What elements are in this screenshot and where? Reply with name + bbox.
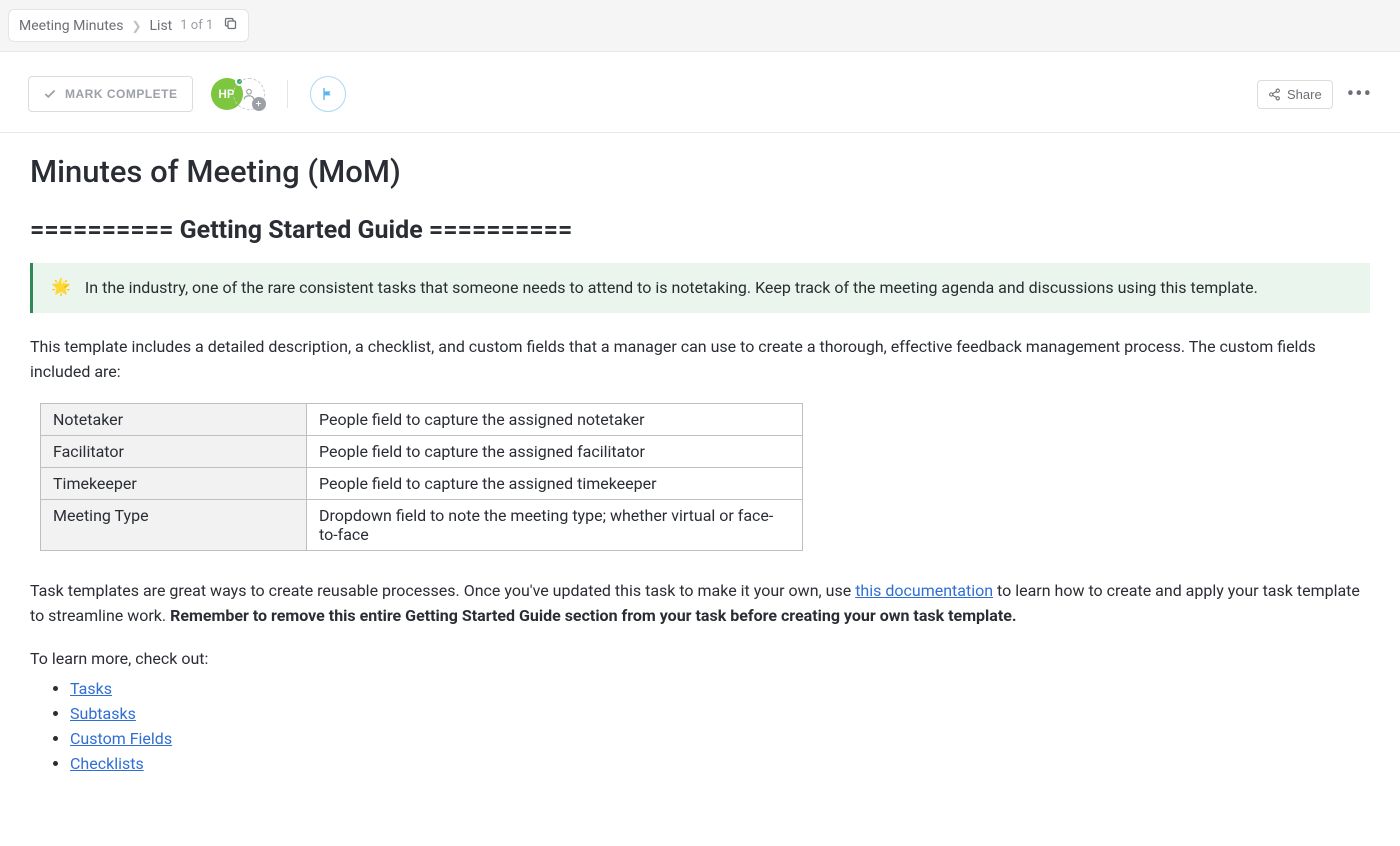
breadcrumb-child[interactable]: List <box>150 18 173 34</box>
share-button[interactable]: Share <box>1257 80 1333 109</box>
field-name: Meeting Type <box>41 499 307 550</box>
breadcrumb[interactable]: Meeting Minutes ❯ List 1 of 1 <box>8 9 249 42</box>
mark-complete-button[interactable]: MARK COMPLETE <box>28 76 193 112</box>
top-bar: Meeting Minutes ❯ List 1 of 1 <box>0 0 1400 52</box>
callout-block: 🌟 In the industry, one of the rare consi… <box>30 263 1370 313</box>
share-icon <box>1268 88 1281 101</box>
breadcrumb-count: 1 of 1 <box>180 18 213 33</box>
task-description: Minutes of Meeting (MoM) ========== Gett… <box>0 133 1400 839</box>
guide-heading: ========== Getting Started Guide =======… <box>30 216 1370 245</box>
ellipsis-icon: ••• <box>1347 82 1372 107</box>
field-name: Timekeeper <box>41 467 307 499</box>
list-item: Tasks <box>70 679 1370 698</box>
more-menu-button[interactable]: ••• <box>1347 82 1372 107</box>
intro-paragraph: This template includes a detailed descri… <box>30 335 1370 385</box>
breadcrumb-root[interactable]: Meeting Minutes <box>19 18 123 34</box>
documentation-link[interactable]: this documentation <box>855 581 993 600</box>
learn-link[interactable]: Tasks <box>70 679 112 698</box>
template-paragraph: Task templates are great ways to create … <box>30 579 1370 629</box>
para-text-a: Task templates are great ways to create … <box>30 581 855 600</box>
field-desc: People field to capture the assigned fac… <box>307 435 803 467</box>
field-name: Notetaker <box>41 403 307 435</box>
divider <box>287 80 288 108</box>
flag-icon <box>320 86 336 102</box>
check-icon <box>43 87 57 101</box>
plus-icon: + <box>252 97 266 111</box>
page-title[interactable]: Minutes of Meeting (MoM) <box>30 153 1370 190</box>
add-assignee-button[interactable]: + <box>233 78 265 110</box>
learn-more-list: Tasks Subtasks Custom Fields Checklists <box>30 679 1370 773</box>
learn-link[interactable]: Custom Fields <box>70 729 172 748</box>
callout-text: In the industry, one of the rare consist… <box>85 277 1258 299</box>
learn-more-intro: To learn more, check out: <box>30 647 1370 672</box>
field-desc: People field to capture the assigned tim… <box>307 467 803 499</box>
field-desc: People field to capture the assigned not… <box>307 403 803 435</box>
chevron-right-icon: ❯ <box>131 19 141 33</box>
list-item: Subtasks <box>70 704 1370 723</box>
para-bold: Remember to remove this entire Getting S… <box>170 606 1016 625</box>
table-row: Timekeeper People field to capture the a… <box>41 467 803 499</box>
list-item: Custom Fields <box>70 729 1370 748</box>
priority-flag-button[interactable] <box>310 76 346 112</box>
sparkle-icon: 🌟 <box>51 277 71 296</box>
share-label: Share <box>1287 87 1322 102</box>
field-name: Facilitator <box>41 435 307 467</box>
learn-link[interactable]: Subtasks <box>70 704 136 723</box>
field-desc: Dropdown field to note the meeting type;… <box>307 499 803 550</box>
list-item: Checklists <box>70 754 1370 773</box>
mark-complete-label: MARK COMPLETE <box>65 87 178 101</box>
table-row: Notetaker People field to capture the as… <box>41 403 803 435</box>
learn-link[interactable]: Checklists <box>70 754 144 773</box>
task-header: MARK COMPLETE HP + Share ••• <box>0 52 1400 133</box>
table-row: Facilitator People field to capture the … <box>41 435 803 467</box>
custom-fields-table: Notetaker People field to capture the as… <box>40 403 803 551</box>
copy-icon[interactable] <box>223 16 238 35</box>
table-row: Meeting Type Dropdown field to note the … <box>41 499 803 550</box>
